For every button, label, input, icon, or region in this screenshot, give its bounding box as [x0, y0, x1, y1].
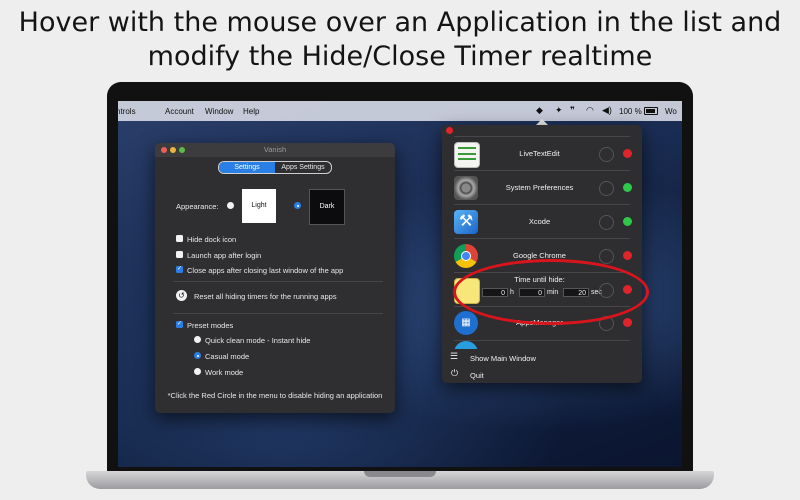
launch-after-login-checkbox[interactable] [176, 251, 183, 258]
close-button[interactable] [161, 147, 167, 153]
app-name: System Preferences [505, 183, 574, 192]
app-row-system-preferences[interactable]: System Preferences [442, 171, 642, 204]
timer-ring[interactable] [599, 249, 614, 264]
status-dot-red[interactable] [623, 149, 632, 158]
mode-quick-clean-radio[interactable] [194, 336, 201, 343]
hide-dock-icon-checkbox[interactable] [176, 235, 183, 242]
app-row-livetextedit[interactable]: LiveTextEdit [442, 137, 642, 170]
menu-item-account[interactable]: Account [165, 107, 194, 116]
wifi-icon[interactable]: ◠ [586, 105, 594, 116]
appearance-label: Appearance: [176, 202, 219, 211]
app-row-xcode[interactable]: ⚒ Xcode [442, 205, 642, 238]
mode-work-label: Work mode [205, 368, 244, 377]
zoom-button[interactable] [179, 147, 185, 153]
appearance-dark-radio[interactable] [294, 202, 301, 209]
menu-item-controls[interactable]: ntrols [118, 107, 136, 116]
control-icon[interactable]: ✦ [555, 105, 563, 116]
battery-icon[interactable] [644, 107, 658, 115]
show-main-window-item[interactable]: Show Main Window [470, 354, 536, 363]
headline-line-2: modify the Hide/Close Timer realtime [147, 41, 653, 72]
laptop-screen: ntrols Account Window Help ◆ ✦ ❞ ◠ ◀) 10… [118, 101, 682, 467]
close-apps-checkbox[interactable]: ✓ [176, 266, 183, 273]
row-divider [454, 340, 630, 341]
status-dot-red[interactable] [623, 318, 632, 327]
volume-icon[interactable]: ◀) [602, 105, 612, 116]
app-name: Xcode [528, 217, 551, 226]
divider [173, 313, 383, 314]
system-preferences-icon [454, 176, 478, 200]
chrome-icon [454, 244, 478, 268]
window-titlebar[interactable]: Vanish [155, 143, 395, 157]
panel-close-button[interactable] [446, 127, 453, 134]
tab-settings[interactable]: Settings [219, 162, 275, 173]
appearance-dark-preview[interactable]: Dark [309, 189, 345, 225]
hide-dock-icon-label: Hide dock icon [187, 235, 237, 244]
minimize-button[interactable] [170, 147, 176, 153]
mode-quick-clean-label: Quick clean mode - Instant hide [205, 336, 311, 345]
menu-item-window[interactable]: Window [205, 107, 233, 116]
preset-modes-checkbox[interactable]: ✓ [176, 321, 183, 328]
sliders-icon: ☰ [450, 351, 459, 361]
mode-casual-label: Casual mode [205, 352, 250, 361]
vanish-menubar-icon[interactable]: ◆ [536, 105, 543, 116]
status-dot-green[interactable] [623, 217, 632, 226]
mode-casual-radio[interactable] [194, 352, 201, 359]
timer-ring[interactable] [599, 181, 614, 196]
reset-icon[interactable]: ↺ [176, 290, 187, 301]
divider [173, 281, 383, 282]
quit-item[interactable]: Quit [470, 371, 484, 380]
app-name: LiveTextEdit [519, 149, 560, 158]
appsmanager-icon: ▦ [454, 311, 478, 335]
vanish-window: Vanish Settings Apps Settings Appearance… [155, 143, 395, 413]
mode-work-radio[interactable] [194, 368, 201, 375]
appearance-light-preview[interactable]: Light [242, 189, 276, 223]
timer-ring[interactable] [599, 147, 614, 162]
xcode-icon: ⚒ [454, 210, 478, 234]
launch-after-login-label: Launch app after login [187, 251, 262, 260]
power-icon: ⏻ [451, 368, 459, 378]
menu-bar: ntrols Account Window Help ◆ ✦ ❞ ◠ ◀) 10… [118, 101, 682, 121]
battery-percent: 100 % [619, 107, 642, 116]
partial-app-row [454, 341, 478, 349]
tab-apps-settings[interactable]: Apps Settings [275, 162, 331, 173]
appearance-light-radio[interactable] [227, 202, 234, 209]
menu-item-help[interactable]: Help [243, 107, 259, 116]
headline: Hover with the mouse over an Application… [0, 6, 800, 74]
quote-icon[interactable]: ❞ [570, 105, 575, 116]
status-dot-green[interactable] [623, 183, 632, 192]
reset-timers-label[interactable]: Reset all hiding timers for the running … [194, 292, 337, 301]
window-title: Vanish [263, 145, 287, 154]
settings-tab-control: Settings Apps Settings [218, 161, 332, 174]
menu-item-trailing[interactable]: Wo [665, 107, 677, 116]
timer-ring[interactable] [599, 215, 614, 230]
headline-line-1: Hover with the mouse over an Application… [18, 7, 782, 38]
vanish-panel: LiveTextEdit System Preferences ⚒ Xcode … [442, 125, 642, 383]
preset-modes-label: Preset modes [187, 321, 234, 330]
laptop-notch [364, 471, 436, 477]
close-apps-label: Close apps after closing last window of … [187, 266, 344, 275]
status-dot-red[interactable] [623, 251, 632, 260]
livetextedit-icon [454, 142, 480, 168]
footnote: *Click the Red Circle in the menu to dis… [167, 391, 383, 400]
highlight-ellipse [453, 259, 649, 325]
